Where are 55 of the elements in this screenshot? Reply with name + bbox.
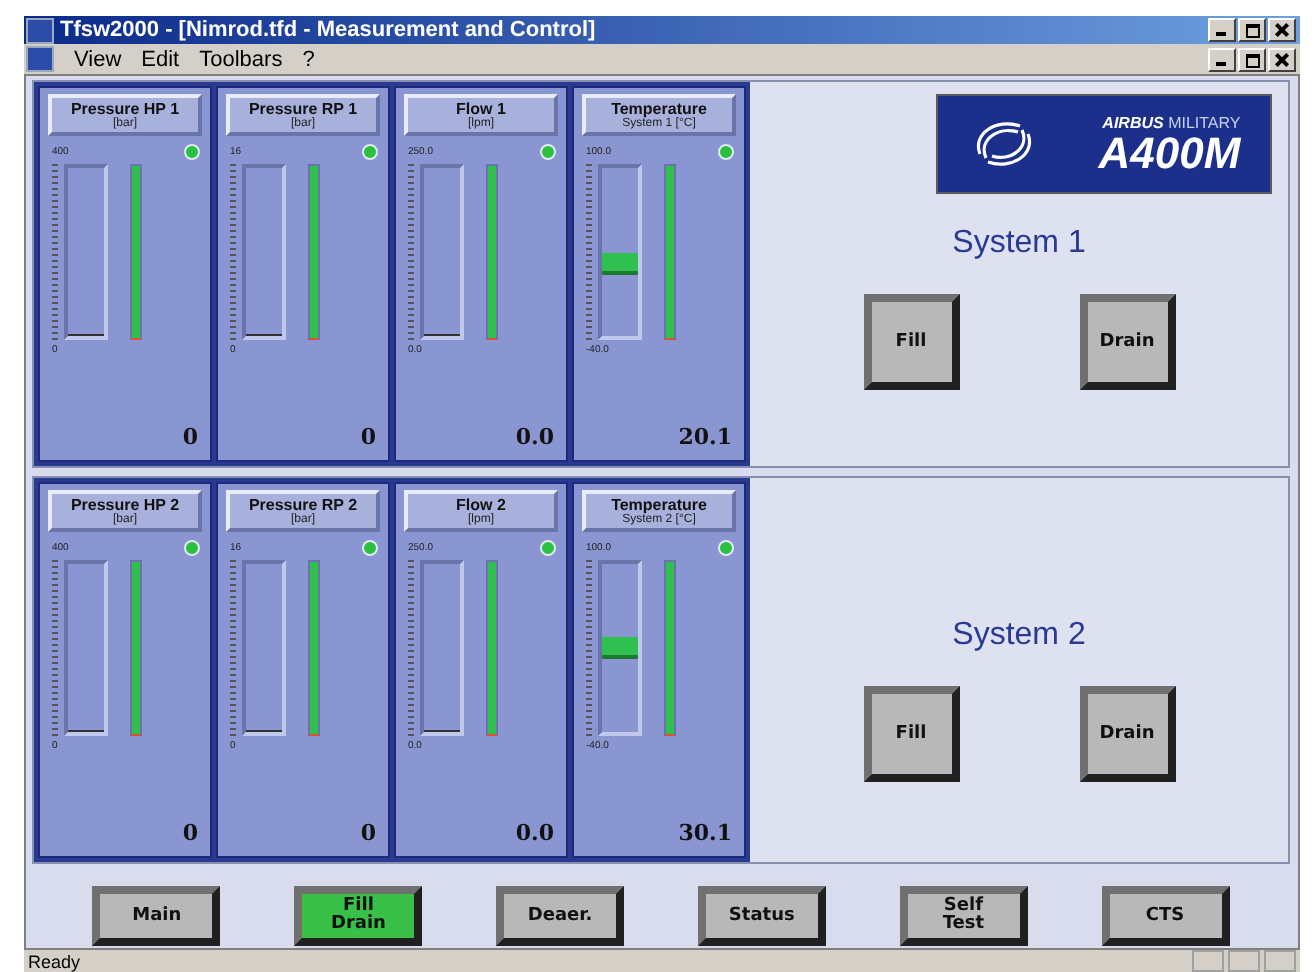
app-icon — [26, 46, 54, 72]
menu-item[interactable]: Toolbars — [199, 47, 283, 71]
gauge-value: 0.0 — [515, 424, 554, 450]
logo-model: A400M — [1098, 131, 1241, 175]
menu-item[interactable]: View — [74, 47, 122, 71]
gauge-title: Pressure RP 1 — [246, 100, 360, 118]
minimize-button[interactable] — [1208, 18, 1236, 42]
nav-button[interactable]: CTS — [1101, 886, 1230, 946]
status-text: Ready — [26, 952, 81, 972]
nav-button[interactable]: Deaer. — [496, 886, 625, 946]
close-button[interactable] — [1268, 47, 1296, 71]
status-led-icon — [362, 539, 378, 555]
status-pane — [1228, 950, 1260, 972]
status-led-icon — [540, 143, 556, 159]
menu-item[interactable]: ? — [302, 47, 315, 71]
status-led-icon — [718, 539, 734, 555]
status-led-icon — [184, 539, 200, 555]
gauge-value: 30.1 — [678, 820, 732, 846]
window-title: Tfsw2000 - [Nimrod.tfd - Measurement and Control] — [60, 18, 596, 42]
close-button[interactable] — [1268, 18, 1296, 42]
nav-button[interactable]: Self Test — [899, 886, 1028, 946]
gauge-title: Pressure HP 1 — [68, 100, 182, 118]
menu-item[interactable]: Edit — [141, 47, 180, 71]
action-button[interactable]: Drain — [1079, 294, 1175, 390]
gauge-value: 0 — [182, 820, 198, 846]
restore-button[interactable] — [1238, 47, 1266, 71]
gauge-title: Pressure HP 2 — [68, 496, 182, 514]
minimize-button[interactable] — [1208, 47, 1236, 71]
gauge-value: 0 — [360, 820, 376, 846]
status-led-icon — [540, 539, 556, 555]
gauge-value: 0.0 — [515, 820, 554, 846]
nav-button[interactable]: Main — [92, 886, 221, 946]
app-icon — [26, 17, 54, 43]
status-led-icon — [362, 143, 378, 159]
action-button[interactable]: Fill — [863, 294, 959, 390]
nav-button[interactable]: Status — [697, 886, 826, 946]
gauge-value: 0 — [182, 424, 198, 450]
system-label: System 1 — [952, 226, 1086, 262]
gauge-title: Flow 1 — [454, 100, 508, 118]
action-button[interactable]: Drain — [1079, 686, 1175, 782]
action-button[interactable]: Fill — [863, 686, 959, 782]
gauge-value: 20.1 — [678, 424, 732, 450]
status-led-icon — [718, 143, 734, 159]
gauge-title: Temperature — [609, 496, 709, 514]
nav-button[interactable]: Fill Drain — [294, 886, 423, 946]
restore-button[interactable] — [1238, 18, 1266, 42]
gauge-title: Flow 2 — [454, 496, 508, 514]
status-pane — [1264, 950, 1296, 972]
gauge-title: Pressure RP 2 — [246, 496, 360, 514]
gauge-value: 0 — [360, 424, 376, 450]
system-label: System 2 — [952, 618, 1086, 654]
status-pane — [1192, 950, 1224, 972]
status-led-icon — [184, 143, 200, 159]
logo-brand: AIRBUS MILITARY — [1102, 113, 1241, 131]
gauge-title: Temperature — [609, 100, 709, 118]
